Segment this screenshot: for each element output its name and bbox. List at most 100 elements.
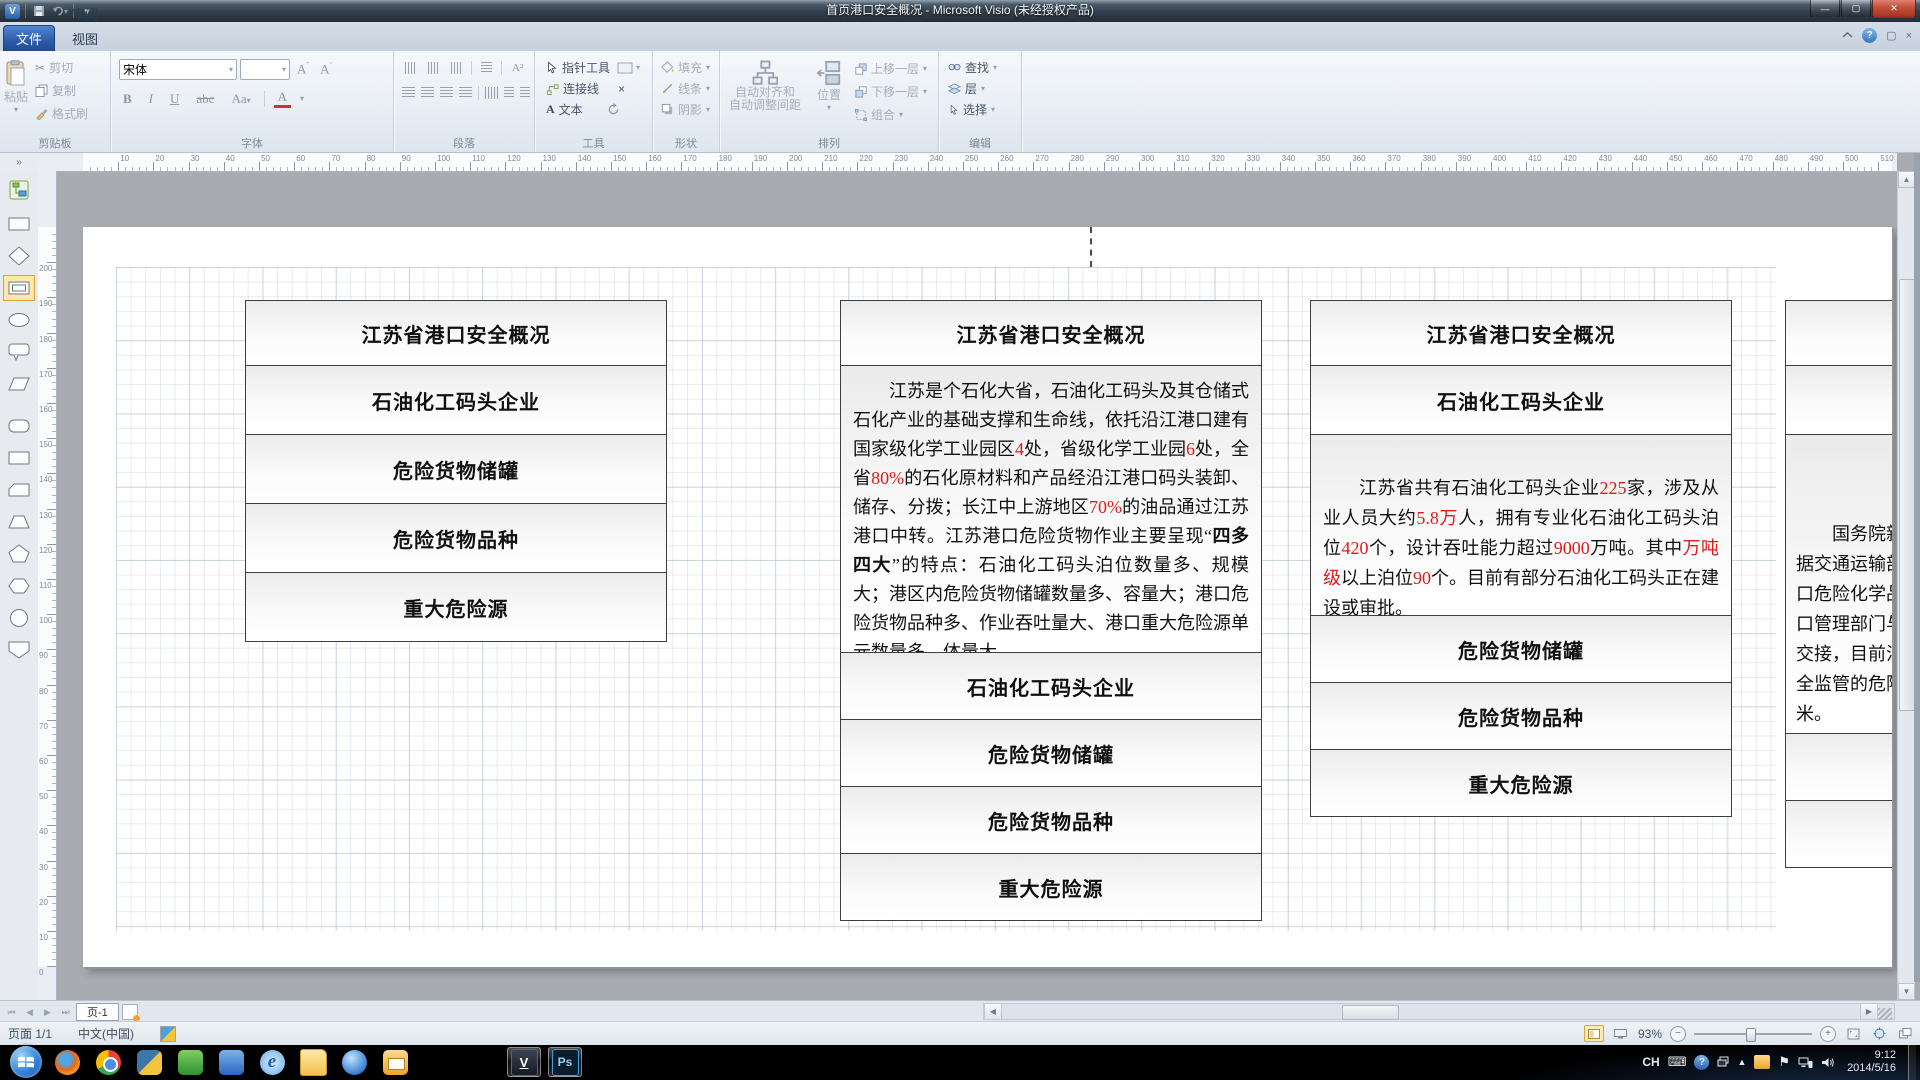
- flow-box[interactable]: 危险货物储罐: [1310, 615, 1732, 683]
- flow-box-paragraph[interactable]: 国务院新《据交通运输部和口危险化学品安口管理部门与安交接，目前江苏全监管的危险货…: [1785, 434, 1892, 734]
- format-painter-button[interactable]: 格式刷: [32, 103, 91, 124]
- decrease-indent-icon[interactable]: [504, 85, 514, 100]
- stencil-shape-shield[interactable]: [3, 637, 35, 663]
- taskbar-blue-app-icon[interactable]: [214, 1047, 248, 1077]
- line-button[interactable]: 线条▾: [658, 78, 719, 99]
- italic-button[interactable]: I: [145, 91, 157, 107]
- stencil-shape-parallelogram[interactable]: [3, 371, 35, 397]
- zoom-slider[interactable]: [1694, 1033, 1812, 1035]
- stencil-shape-trapezoid[interactable]: [3, 509, 35, 535]
- pointer-tool-button[interactable]: 指针工具: [543, 57, 613, 78]
- doc-close-icon[interactable]: ×: [1906, 30, 1912, 42]
- bold-button[interactable]: B: [119, 91, 136, 107]
- flow-box[interactable]: 危险货物储罐: [840, 719, 1262, 787]
- start-button[interactable]: [10, 1046, 42, 1078]
- horizontal-scroll-thumb[interactable]: [1342, 1005, 1399, 1020]
- delete-connector-icon[interactable]: ×: [613, 81, 630, 96]
- stencil-shape-callout[interactable]: [3, 339, 35, 365]
- taskbar-clock[interactable]: 9:12 2014/5/16: [1847, 1049, 1896, 1075]
- language-button[interactable]: CH: [1642, 1055, 1659, 1069]
- font-size-combobox[interactable]: ▾: [240, 59, 290, 80]
- taskbar-folder-icon[interactable]: [296, 1047, 330, 1077]
- scroll-up-button[interactable]: ▲: [1898, 171, 1915, 188]
- flow-box[interactable]: 石油化工码头企业: [1310, 365, 1732, 435]
- network-icon[interactable]: [1798, 1056, 1813, 1069]
- bullets-icon[interactable]: [478, 60, 495, 75]
- taskbar-green-app-icon[interactable]: [173, 1047, 207, 1077]
- stencil-drawing-icon[interactable]: [8, 179, 30, 201]
- pan-zoom-button[interactable]: [1870, 1026, 1888, 1041]
- shadow-button[interactable]: 阴影▾: [658, 99, 719, 120]
- font-name-combobox[interactable]: 宋体▾: [119, 59, 237, 80]
- superscript-icon[interactable]: A²: [508, 62, 527, 74]
- zoom-out-button[interactable]: −: [1670, 1026, 1686, 1042]
- position-button[interactable]: 位置 ▾: [806, 55, 852, 135]
- minimize-button[interactable]: —: [1810, 0, 1840, 18]
- taskbar-firefox-icon[interactable]: [50, 1047, 84, 1077]
- scroll-down-button[interactable]: ▼: [1898, 983, 1915, 1000]
- flow-box-header[interactable]: 江苏省港口安全概况: [245, 300, 667, 366]
- align-middle-icon[interactable]: [425, 60, 442, 75]
- layers-button[interactable]: 层▾: [945, 78, 1021, 99]
- switch-windows-button[interactable]: [1896, 1026, 1914, 1041]
- first-page-button[interactable]: ⏮: [4, 1007, 19, 1018]
- taskbar-chrome-icon[interactable]: [91, 1047, 125, 1077]
- spacing-icon[interactable]: [485, 85, 498, 100]
- copy-button[interactable]: 复制: [32, 80, 91, 101]
- page-indicator[interactable]: 页面 1/1: [8, 1025, 52, 1042]
- font-color-button[interactable]: A: [274, 89, 291, 108]
- flow-box-paragraph[interactable]: 江苏省共有石油化工码头企业225家，涉及从业人员大约5.8万人，拥有专业化石油化…: [1310, 434, 1732, 616]
- stencil-shape-pentagon[interactable]: [3, 541, 35, 567]
- shape-style-dropdown[interactable]: [616, 60, 633, 75]
- help-icon[interactable]: ?: [1862, 28, 1877, 43]
- fill-button[interactable]: 填充▾: [658, 57, 719, 78]
- language-indicator[interactable]: 中文(中国): [78, 1025, 134, 1042]
- keyboard-icon[interactable]: ⌨: [1668, 1054, 1687, 1070]
- underline-button[interactable]: U: [166, 91, 183, 107]
- stencil-shape-diamond[interactable]: [3, 243, 35, 269]
- ribbon-tab-审阅[interactable]: 审阅: [55, 1, 117, 26]
- flow-box[interactable]: 危险货物品种: [1310, 682, 1732, 750]
- flow-box[interactable]: [1785, 365, 1892, 435]
- zoom-level[interactable]: 93%: [1638, 1027, 1662, 1041]
- scroll-left-button[interactable]: ◀: [984, 1004, 1002, 1019]
- increase-indent-icon[interactable]: [520, 85, 530, 100]
- flow-box[interactable]: 重大危险源: [1310, 749, 1732, 817]
- taskbar-outlook-icon[interactable]: [378, 1047, 412, 1077]
- stencil-shape-hexagon[interactable]: [3, 573, 35, 599]
- flow-box[interactable]: 石油化工码头企业: [245, 365, 667, 435]
- fit-page-button[interactable]: [1844, 1026, 1862, 1041]
- stencil-shape-roundrect[interactable]: [3, 413, 35, 439]
- scroll-right-button[interactable]: ▶: [1860, 1004, 1878, 1019]
- ime-icon[interactable]: [160, 1026, 176, 1042]
- stencil-shape-circle[interactable]: [3, 605, 35, 631]
- stencil-shape-framedrect[interactable]: [3, 275, 35, 301]
- connector-tool-button[interactable]: 连接线: [543, 78, 602, 99]
- volume-icon[interactable]: [1821, 1056, 1835, 1069]
- vertical-scrollbar[interactable]: ▲ ▼: [1897, 171, 1915, 1000]
- restore-button[interactable]: ▢: [1841, 0, 1871, 18]
- text-tool-button[interactable]: A文本: [543, 99, 586, 120]
- tray-window-icon[interactable]: [1717, 1056, 1729, 1068]
- minimize-ribbon-icon[interactable]: [1842, 30, 1853, 42]
- rotate-icon[interactable]: [605, 102, 622, 117]
- taskbar-photoshop-icon[interactable]: Ps: [548, 1047, 582, 1077]
- taskbar-blue-globe-icon[interactable]: [337, 1047, 371, 1077]
- horizontal-scrollbar[interactable]: ◀ ▶: [983, 1003, 1895, 1020]
- flow-box[interactable]: 危险货物储罐: [245, 434, 667, 504]
- flow-box[interactable]: 危险货物品种: [245, 503, 667, 573]
- zoom-in-button[interactable]: +: [1820, 1026, 1836, 1042]
- flow-box[interactable]: [1785, 300, 1892, 366]
- close-button[interactable]: ✕: [1872, 0, 1916, 18]
- show-desktop-button[interactable]: [1908, 1044, 1916, 1080]
- change-case-button[interactable]: Aa▾: [227, 91, 254, 107]
- fullscreen-view-button[interactable]: [1612, 1026, 1630, 1041]
- tray-help-icon[interactable]: ?: [1694, 1055, 1709, 1070]
- taskbar-visio-icon[interactable]: V: [507, 1047, 541, 1077]
- stencil-shape-rect[interactable]: [3, 211, 35, 237]
- ribbon-tab-视图[interactable]: 视图: [55, 26, 117, 51]
- zoom-slider-thumb[interactable]: [1746, 1028, 1756, 1042]
- taskbar-internet-explorer-icon[interactable]: e: [255, 1047, 289, 1077]
- flow-box-header[interactable]: 江苏省港口安全概况: [1310, 300, 1732, 366]
- cut-button[interactable]: ✂剪切: [32, 57, 91, 78]
